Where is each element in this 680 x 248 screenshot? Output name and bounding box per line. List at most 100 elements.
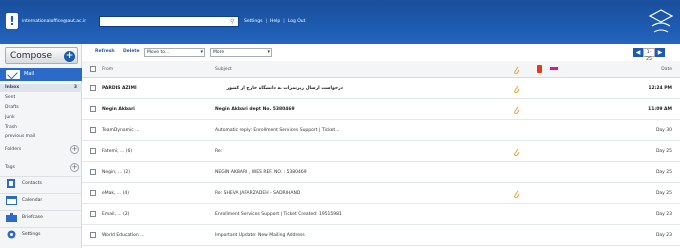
refresh-button[interactable]: Refresh: [95, 49, 115, 54]
row-checkbox[interactable]: [90, 106, 96, 112]
message-row[interactable]: PARDIS AZIMI درخواست ارسال ریزنمرات به د…: [82, 78, 680, 99]
next-page-icon[interactable]: ▶: [655, 48, 665, 57]
compose-label: Compose: [10, 51, 53, 61]
account-email: internationaloffice@aut.ac.ir: [22, 19, 87, 24]
message-date: Day 25: [655, 191, 672, 196]
search-input[interactable]: [99, 16, 239, 27]
tags-section: Tags +: [0, 162, 82, 173]
folders-section: Folders +: [0, 144, 82, 155]
compose-button[interactable]: Compose +: [5, 47, 78, 64]
move-to-label: Move to...: [147, 50, 170, 55]
app-calendar[interactable]: Calendar: [0, 193, 82, 206]
search-icon[interactable]: ⚲: [230, 18, 234, 25]
app-logo-icon: !: [6, 13, 18, 29]
column-subject[interactable]: Subject: [215, 61, 505, 78]
settings-link[interactable]: Settings: [244, 19, 262, 24]
flag-icon[interactable]: [537, 65, 542, 73]
row-checkbox[interactable]: [90, 148, 96, 154]
top-header: ! internationaloffice@aut.ac.ir ⚲ Settin…: [0, 0, 680, 44]
message-row[interactable]: eMak, ... (4) Re: SHEVA JAFARZADEH - SAD…: [82, 183, 680, 204]
folder-label: Inbox: [5, 85, 20, 90]
message-subject: Re:: [215, 149, 223, 154]
folder-trash[interactable]: Trash: [0, 124, 82, 132]
chevron-down-icon: ▾: [200, 49, 203, 55]
message-from: Negin Akbari: [102, 107, 135, 112]
message-subject: Automatic reply: Enrollment Services Sup…: [215, 128, 340, 133]
message-row[interactable]: Fatemi, ... (6) Re: Day 25: [82, 141, 680, 162]
message-from: PARDIS AZIMI: [102, 86, 137, 91]
attachment-icon[interactable]: [513, 65, 520, 74]
app-label: Settings: [22, 232, 41, 237]
app-contacts[interactable]: Contacts: [0, 176, 82, 189]
attachment-icon: [514, 106, 520, 114]
message-from: TeamDynamic ...: [102, 128, 140, 133]
tag-icon[interactable]: [550, 67, 558, 70]
help-link[interactable]: Help: [270, 19, 280, 24]
folder-label: previous mail: [5, 134, 36, 139]
folder-label: Drafts: [5, 105, 19, 110]
message-date: Day 25: [655, 149, 672, 154]
message-row[interactable]: Negin, ... (2) NEGIN AKBARI , WES REF. N…: [82, 162, 680, 183]
attachment-icon: [514, 190, 520, 198]
add-tag-icon[interactable]: +: [70, 163, 79, 172]
chevron-down-icon: ▾: [267, 49, 270, 55]
mail-section-label: Mail: [24, 71, 35, 77]
message-subject: درخواست ارسال ریزنمرات به دانشگاه خارج ا…: [226, 86, 343, 91]
sidebar: Compose + Mail Inbox 3 Sent Drafts Junk …: [0, 44, 82, 248]
message-subject: Negin Akbari dept No. 5380469: [215, 107, 295, 112]
folder-label: Trash: [5, 125, 17, 130]
calendar-icon: [6, 196, 17, 205]
folder-sent[interactable]: Sent: [0, 94, 82, 102]
pager: ◀ 1-25 ▶: [633, 48, 665, 62]
message-row[interactable]: Email, ... (2) Enrollment Services Suppo…: [82, 204, 680, 225]
folder-junk[interactable]: Junk: [0, 114, 82, 122]
more-select[interactable]: More ▾: [210, 48, 272, 57]
message-from: Fatemi, ... (6): [102, 149, 133, 154]
message-subject: Re: SHEVA JAFARZADEH - SADRIHAND: [215, 191, 301, 196]
folder-drafts[interactable]: Drafts: [0, 104, 82, 112]
row-checkbox[interactable]: [90, 232, 96, 238]
folder-label: Junk: [5, 115, 15, 120]
select-all-checkbox[interactable]: [90, 66, 96, 72]
gear-icon: [7, 230, 16, 239]
envelope-icon: [6, 70, 20, 79]
message-row[interactable]: World Education ... Important Update: Ne…: [82, 225, 680, 246]
column-date[interactable]: Date: [661, 61, 672, 78]
move-to-select[interactable]: Move to... ▾: [144, 48, 205, 57]
row-checkbox[interactable]: [90, 211, 96, 217]
delete-button[interactable]: Delete: [123, 49, 140, 54]
message-subject: Enrollment Services Support | Ticket Cre…: [215, 212, 342, 217]
logout-link[interactable]: Log Out: [288, 19, 306, 24]
column-from[interactable]: From: [102, 61, 202, 78]
attachment-icon: [514, 85, 520, 93]
folder-previous-mail[interactable]: previous mail: [0, 133, 82, 141]
row-checkbox[interactable]: [90, 85, 96, 91]
row-checkbox[interactable]: [90, 169, 96, 175]
message-date: Day 23: [655, 212, 672, 217]
previous-page-icon[interactable]: ◀: [633, 48, 643, 57]
page-range: 1-25: [643, 48, 655, 62]
message-row[interactable]: Negin Akbari Negin Akbari dept No. 53804…: [82, 99, 680, 120]
message-row[interactable]: TeamDynamic ... Automatic reply: Enrollm…: [82, 120, 680, 141]
more-label: More: [213, 50, 225, 55]
app-briefcase[interactable]: Briefcase: [0, 210, 82, 223]
app-settings[interactable]: Settings: [0, 227, 82, 240]
message-date: 12:24 PM: [648, 86, 672, 91]
app-label: Briefcase: [22, 215, 43, 220]
briefcase-icon: [6, 213, 17, 222]
tags-title: Tags: [5, 165, 15, 170]
add-folder-icon[interactable]: +: [70, 145, 79, 154]
row-checkbox[interactable]: [90, 190, 96, 196]
app-label: Contacts: [22, 181, 42, 186]
row-checkbox[interactable]: [90, 127, 96, 133]
mail-section[interactable]: Mail: [0, 68, 82, 81]
folder-inbox[interactable]: Inbox 3: [0, 84, 82, 92]
message-from: eMak, ... (4): [102, 191, 129, 196]
message-date: 11:09 AM: [648, 107, 672, 112]
message-date: Day 23: [655, 233, 672, 238]
attachment-icon: [514, 148, 520, 156]
message-from: World Education ...: [102, 233, 145, 238]
message-date: Day 25: [655, 170, 672, 175]
message-list: From Subject Date PARDIS AZIMI درخواست ا…: [82, 61, 680, 246]
list-header: From Subject Date: [82, 61, 680, 78]
